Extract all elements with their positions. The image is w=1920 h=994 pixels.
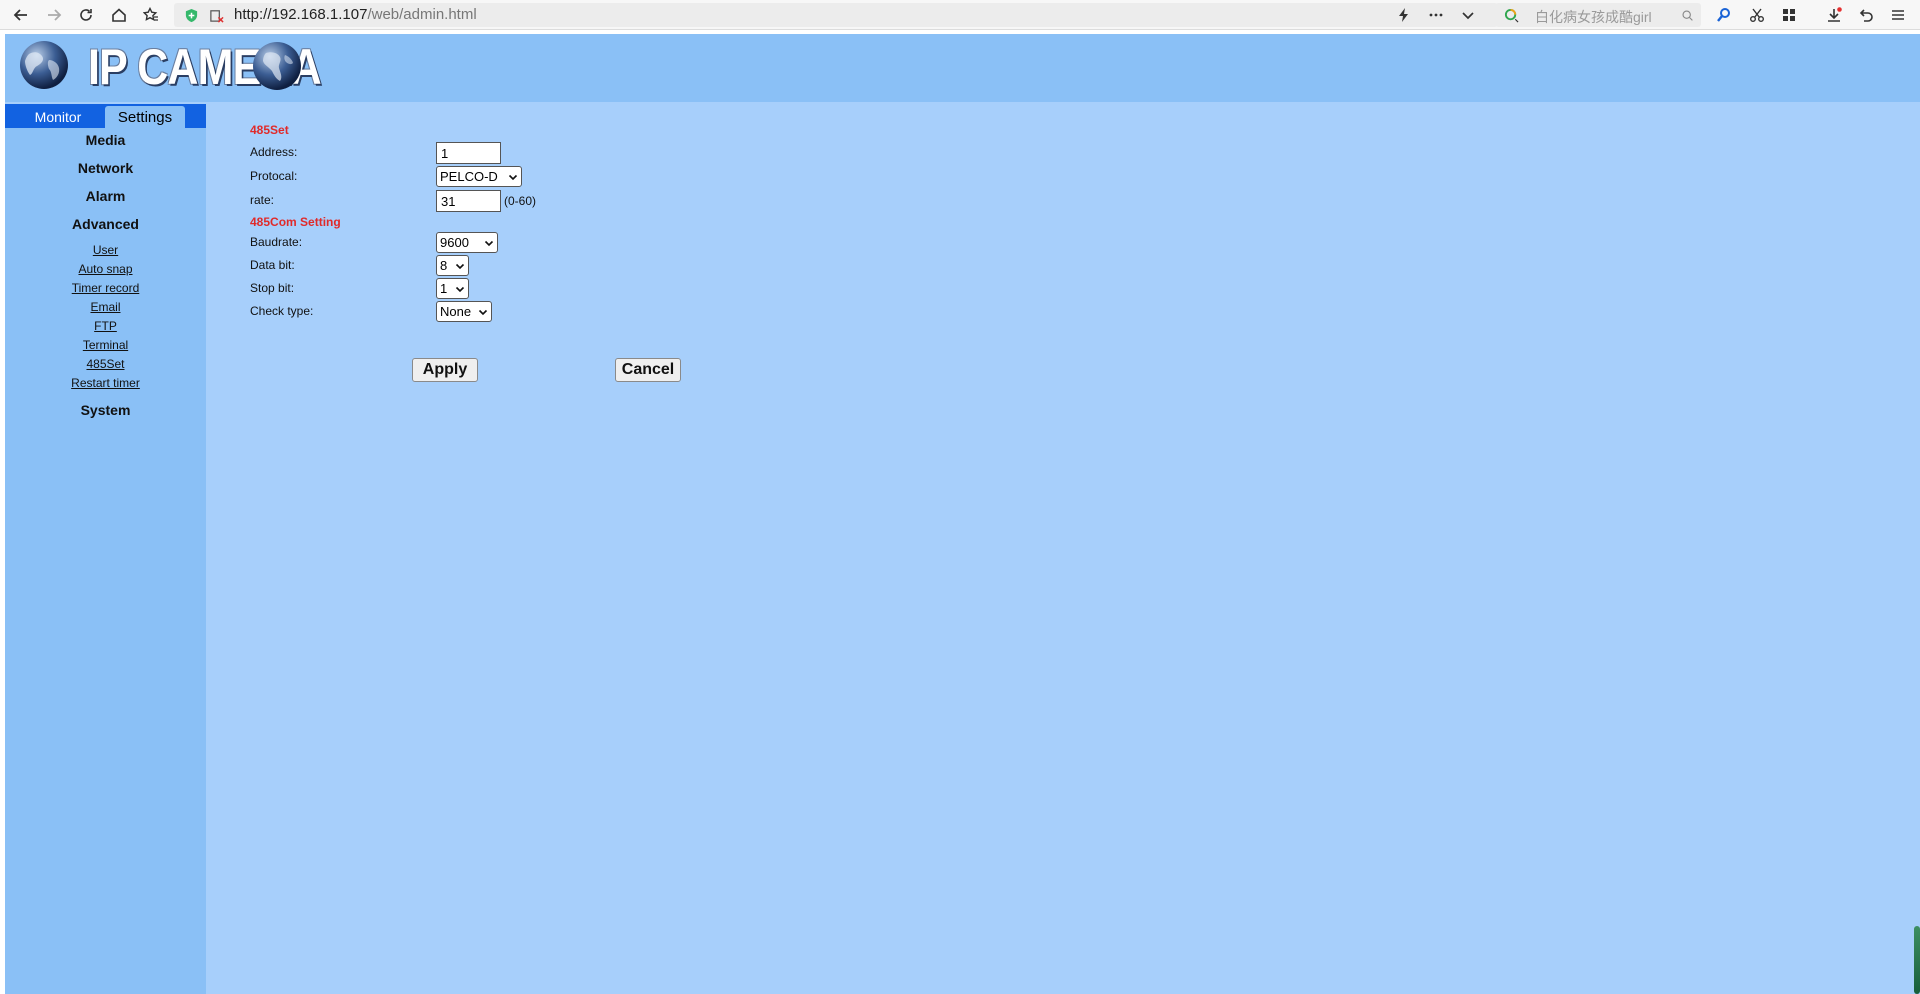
menu-system[interactable]: System [5, 402, 206, 418]
menu-media[interactable]: Media [5, 132, 206, 148]
header-banner: IP CAMERA [5, 34, 1920, 102]
menu-item-email[interactable]: Email [5, 300, 206, 314]
chevron-down-icon [508, 174, 518, 180]
undo-icon[interactable] [1855, 4, 1877, 26]
scissors-icon[interactable] [1746, 4, 1768, 26]
chevron-down-icon [455, 263, 465, 269]
menu-alarm[interactable]: Alarm [5, 188, 206, 204]
stopbit-value: 1 [440, 281, 448, 296]
address-input[interactable] [436, 142, 501, 164]
protocol-value: PELCO-D [440, 169, 498, 184]
menu-network[interactable]: Network [5, 160, 206, 176]
rate-range-hint: (0-60) [504, 194, 537, 208]
url-host: http://192.168.1.107 [234, 6, 368, 23]
menu-item-485set[interactable]: 485Set [5, 357, 206, 371]
apply-button[interactable]: Apply [412, 358, 478, 382]
databit-value: 8 [440, 258, 448, 273]
checktype-label: Check type: [250, 304, 314, 318]
lightning-icon[interactable] [1393, 4, 1415, 26]
browser-toolbar: http://192.168.1.107/web/admin.html 白化病女… [0, 0, 1920, 30]
tab-monitor[interactable]: Monitor [13, 106, 103, 128]
menu-item-terminal[interactable]: Terminal [5, 338, 206, 352]
search-placeholder: 白化病女孩成酷girl [1535, 9, 1652, 25]
menu-advanced[interactable]: Advanced [5, 216, 206, 232]
stopbit-select[interactable]: 1 [436, 278, 469, 299]
menu-item-auto-snap[interactable]: Auto snap [5, 262, 206, 276]
menu-item-restart-timer[interactable]: Restart timer [5, 376, 206, 390]
search-icon[interactable] [1679, 7, 1695, 23]
forward-icon[interactable] [43, 4, 65, 26]
stopbit-label: Stop bit: [250, 281, 295, 295]
menu-item-ftp[interactable]: FTP [5, 319, 206, 333]
insecure-page-icon[interactable] [208, 7, 224, 23]
baudrate-label: Baudrate: [250, 235, 303, 249]
rate-label: rate: [250, 193, 275, 207]
reload-icon[interactable] [75, 4, 97, 26]
menu-item-user[interactable]: User [5, 243, 206, 257]
page-content: IP CAMERA Monitor Settings Media Network… [5, 34, 1920, 994]
security-shield-icon [183, 7, 199, 23]
protocol-select[interactable]: PELCO-D [436, 166, 522, 187]
chevron-down-icon [478, 309, 488, 315]
chevron-down-icon [455, 286, 465, 292]
search-box[interactable]: 白化病女孩成酷girl [1495, 3, 1701, 27]
menu-hamburger-icon[interactable] [1887, 4, 1909, 26]
section-title-485com: 485Com Setting [250, 215, 341, 229]
address-bar[interactable]: http://192.168.1.107/web/admin.html [174, 3, 1498, 27]
checktype-select[interactable]: None [436, 301, 492, 322]
home-icon[interactable] [108, 4, 130, 26]
download-icon[interactable] [1823, 4, 1845, 26]
sidebar: Monitor Settings Media Network Alarm Adv… [5, 104, 206, 994]
url-text[interactable]: http://192.168.1.107/web/admin.html [234, 6, 477, 23]
globe-left-icon [20, 41, 68, 89]
section-title-485set: 485Set [250, 123, 289, 137]
chevron-down-icon[interactable] [1457, 4, 1479, 26]
apps-grid-icon[interactable] [1778, 4, 1800, 26]
url-path: /web/admin.html [367, 6, 477, 23]
scrollbar-thumb[interactable] [1914, 926, 1920, 994]
checktype-value: None [440, 304, 472, 319]
tab-strip: Monitor Settings [5, 104, 206, 128]
baudrate-select[interactable]: 9600 [436, 232, 498, 253]
back-icon[interactable] [10, 4, 32, 26]
chevron-down-icon [484, 240, 494, 246]
search-tool-icon[interactable] [1713, 4, 1735, 26]
search-engine-icon[interactable] [1503, 7, 1519, 23]
menu-item-timer-record[interactable]: Timer record [5, 281, 206, 295]
favorites-star-icon[interactable] [140, 4, 162, 26]
rate-input[interactable] [436, 190, 501, 212]
cancel-button[interactable]: Cancel [615, 358, 681, 382]
baudrate-value: 9600 [440, 235, 469, 250]
tab-settings[interactable]: Settings [105, 106, 185, 128]
more-dots-icon[interactable] [1425, 4, 1447, 26]
databit-label: Data bit: [250, 258, 295, 272]
address-label: Address: [250, 145, 298, 159]
protocol-label: Protocal: [250, 169, 298, 183]
databit-select[interactable]: 8 [436, 255, 469, 276]
globe-right-icon [253, 42, 301, 90]
